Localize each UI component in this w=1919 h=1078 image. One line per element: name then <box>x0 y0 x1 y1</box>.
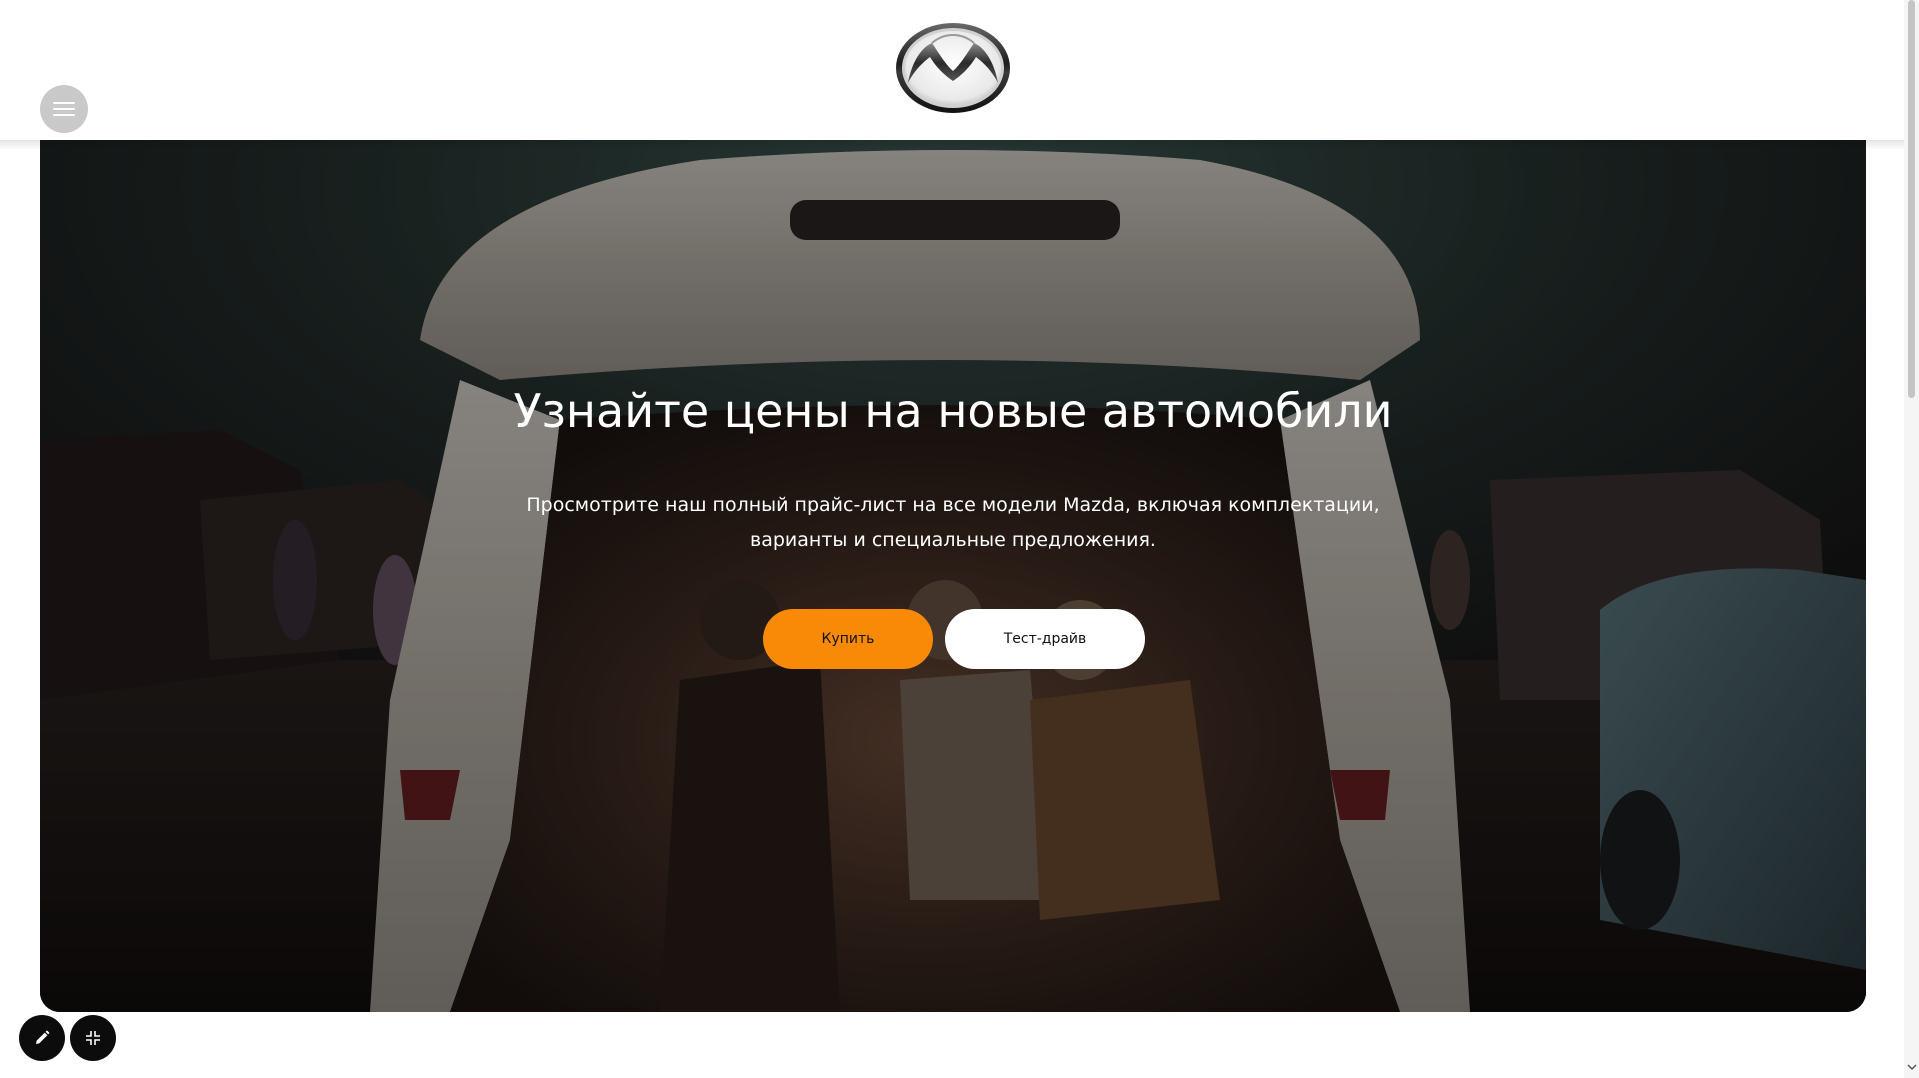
hero-banner: Узнайте цены на новые автомобили Просмот… <box>40 140 1866 1012</box>
collapse-button[interactable] <box>70 1015 116 1061</box>
hamburger-menu-icon <box>53 102 75 116</box>
mazda-logo[interactable] <box>894 21 1012 115</box>
collapse-icon <box>86 1031 100 1045</box>
hero-overlay <box>40 140 1866 1012</box>
edit-button[interactable] <box>19 1015 65 1061</box>
chevron-down-icon[interactable] <box>1907 1062 1917 1072</box>
pencil-icon <box>36 1030 50 1044</box>
page-scrollbar[interactable] <box>1904 0 1919 1078</box>
page: Узнайте цены на новые автомобили Просмот… <box>0 0 1919 1078</box>
header-shadow <box>0 140 1904 150</box>
site-header <box>0 0 1904 140</box>
hero-subtitle: Просмотрите наш полный прайс-лист на все… <box>526 494 1380 551</box>
scrollbar-thumb[interactable] <box>1908 0 1915 398</box>
hero-title: Узнайте цены на новые автомобили <box>513 384 1393 438</box>
buy-button[interactable]: Купить <box>763 609 933 669</box>
menu-button[interactable] <box>40 85 88 133</box>
test-drive-button[interactable]: Тест-драйв <box>945 609 1145 669</box>
